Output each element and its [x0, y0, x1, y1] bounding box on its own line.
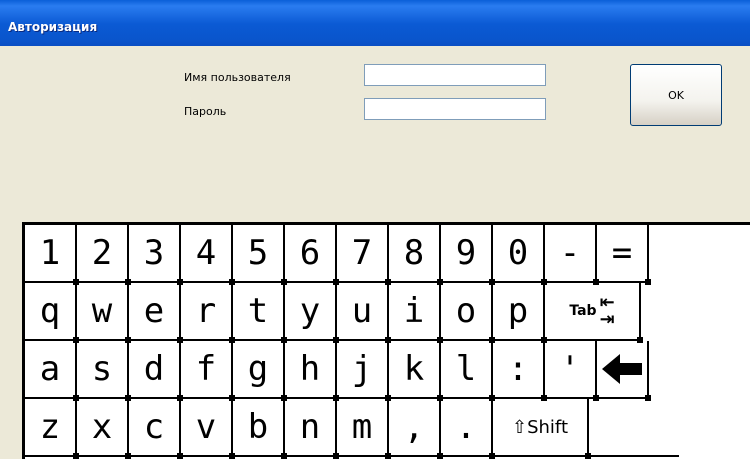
key-h[interactable]: h — [285, 341, 339, 401]
key-equals[interactable]: = — [597, 225, 651, 285]
key-w[interactable]: w — [77, 283, 131, 343]
key-d[interactable]: d — [129, 341, 183, 401]
key-u[interactable]: u — [337, 283, 391, 343]
key-backspace[interactable] — [597, 341, 651, 401]
keyboard-row-numbers: 1 2 3 4 5 6 7 8 9 0 - = — [25, 225, 750, 285]
backspace-arrow-icon — [602, 354, 642, 384]
key-x[interactable]: x — [77, 399, 131, 459]
key-i[interactable]: i — [389, 283, 443, 343]
on-screen-keyboard: 1 2 3 4 5 6 7 8 9 0 - = q w e r t y u i … — [22, 222, 750, 459]
keyboard-row-bottom-letters: z x c v b n m , . ⇧Shift — [25, 399, 750, 459]
title-bar[interactable]: Авторизация — [0, 0, 750, 46]
key-l[interactable]: l — [441, 341, 495, 401]
key-e[interactable]: e — [129, 283, 183, 343]
key-g[interactable]: g — [233, 341, 287, 401]
key-q[interactable]: q — [25, 283, 79, 343]
key-shift[interactable]: ⇧Shift — [493, 399, 591, 459]
password-label: Пароль — [184, 105, 227, 118]
key-7[interactable]: 7 — [337, 225, 391, 285]
key-n[interactable]: n — [285, 399, 339, 459]
key-m[interactable]: m — [337, 399, 391, 459]
key-apostrophe[interactable]: ' — [545, 341, 599, 401]
tab-key-content: Tab ⇤ ⇥ — [569, 292, 615, 330]
key-s[interactable]: s — [77, 341, 131, 401]
ok-button[interactable]: OK — [630, 64, 722, 126]
key-4[interactable]: 4 — [181, 225, 235, 285]
key-c[interactable]: c — [129, 399, 183, 459]
key-a[interactable]: a — [25, 341, 79, 401]
key-f[interactable]: f — [181, 341, 235, 401]
username-input[interactable] — [364, 64, 546, 86]
window-title: Авторизация — [8, 20, 98, 34]
key-5[interactable]: 5 — [233, 225, 287, 285]
keyboard-row-top-letters: q w e r t y u i o p Tab ⇤ ⇥ — [25, 283, 750, 343]
key-k[interactable]: k — [389, 341, 443, 401]
key-minus[interactable]: - — [545, 225, 599, 285]
key-b[interactable]: b — [233, 399, 287, 459]
key-0[interactable]: 0 — [493, 225, 547, 285]
key-2[interactable]: 2 — [77, 225, 131, 285]
tab-arrows-icon: ⇤ ⇥ — [599, 292, 615, 330]
password-input[interactable] — [364, 98, 546, 120]
key-t[interactable]: t — [233, 283, 287, 343]
key-p[interactable]: p — [493, 283, 547, 343]
username-label: Имя пользователя — [184, 71, 291, 84]
key-z[interactable]: z — [25, 399, 79, 459]
key-empty — [589, 399, 679, 457]
key-colon[interactable]: : — [493, 341, 547, 401]
key-y[interactable]: y — [285, 283, 339, 343]
key-6[interactable]: 6 — [285, 225, 339, 285]
key-v[interactable]: v — [181, 399, 235, 459]
key-j[interactable]: j — [337, 341, 391, 401]
key-r[interactable]: r — [181, 283, 235, 343]
key-tab[interactable]: Tab ⇤ ⇥ — [545, 283, 643, 343]
key-8[interactable]: 8 — [389, 225, 443, 285]
tab-key-label: Tab — [569, 303, 597, 319]
key-o[interactable]: o — [441, 283, 495, 343]
key-period[interactable]: . — [441, 399, 495, 459]
keyboard-row-home-letters: a s d f g h j k l : ' — [25, 341, 750, 401]
key-9[interactable]: 9 — [441, 225, 495, 285]
key-3[interactable]: 3 — [129, 225, 183, 285]
key-1[interactable]: 1 — [25, 225, 79, 285]
key-comma[interactable]: , — [389, 399, 443, 459]
